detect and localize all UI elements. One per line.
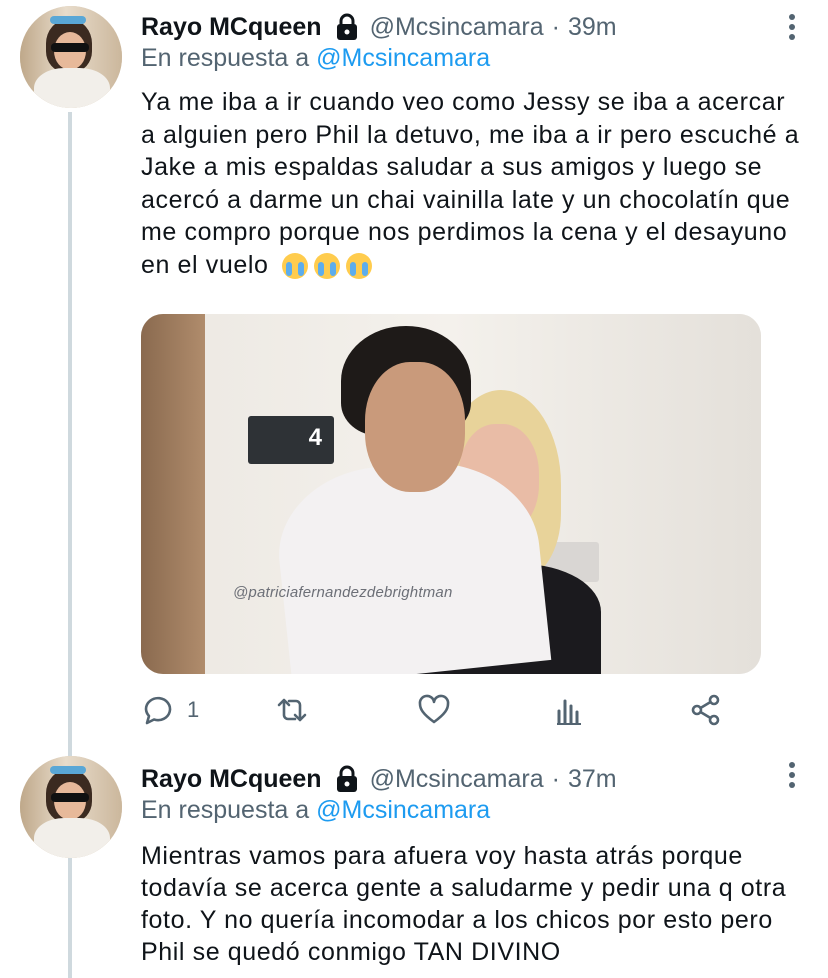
- tweet[interactable]: Rayo MCqueen @Mcsincamara · 39m En respu…: [0, 0, 828, 745]
- lock-icon: [336, 13, 357, 40]
- reply-count: 1: [187, 697, 200, 722]
- photo-watermark: @patriciafernandezdebrightman: [233, 584, 453, 601]
- tweet-text: Ya me iba a ir cuando veo como Jessy se …: [141, 86, 801, 281]
- analytics-button[interactable]: [553, 690, 587, 730]
- reply-prefix: En respuesta a: [141, 796, 310, 824]
- separator-dot: ·: [551, 12, 560, 41]
- timestamp[interactable]: 37m: [568, 765, 617, 794]
- author-handle[interactable]: @Mcsincamara: [370, 765, 544, 794]
- tweet[interactable]: Rayo MCqueen @Mcsincamara · 37m En respu…: [0, 748, 828, 978]
- like-button[interactable]: [417, 690, 451, 730]
- emoji-group: [282, 252, 373, 279]
- door-frame: [141, 314, 205, 674]
- analytics-icon: [557, 699, 581, 725]
- lock-icon: [336, 765, 357, 792]
- crying-face-icon: [282, 252, 309, 279]
- share-icon: [691, 694, 720, 726]
- room-sign: 4: [248, 416, 334, 464]
- timestamp[interactable]: 39m: [568, 13, 617, 42]
- author-handle[interactable]: @Mcsincamara: [370, 13, 544, 42]
- like-icon: [418, 694, 450, 724]
- more-vertical-icon[interactable]: [786, 760, 798, 790]
- tweet-text-content: Mientras vamos para afuera voy hasta atr…: [141, 842, 787, 966]
- reply-context: En respuesta a @Mcsincamara: [141, 796, 490, 825]
- tweet-text-content: Ya me iba a ir cuando veo como Jessy se …: [141, 88, 800, 279]
- reply-mention-link[interactable]: @Mcsincamara: [316, 44, 490, 72]
- tweet-photo[interactable]: 4 @patriciafernandezdebrightman: [141, 314, 761, 674]
- person-man-face: [365, 362, 465, 492]
- tweet-text: Mientras vamos para afuera voy hasta atr…: [141, 840, 801, 968]
- avatar[interactable]: [20, 756, 122, 858]
- reply-prefix: En respuesta a: [141, 44, 310, 72]
- share-button[interactable]: [689, 690, 723, 730]
- tweet-header: Rayo MCqueen @Mcsincamara · 37m: [141, 760, 617, 798]
- room-sign-number: 4: [308, 424, 322, 451]
- reply-context: En respuesta a @Mcsincamara: [141, 44, 490, 73]
- author-name[interactable]: Rayo MCqueen: [141, 765, 322, 794]
- reply-icon: [144, 696, 172, 725]
- reply-mention-link[interactable]: @Mcsincamara: [316, 796, 490, 824]
- retweet-icon: [277, 698, 307, 722]
- more-vertical-icon[interactable]: [786, 12, 798, 42]
- avatar[interactable]: [20, 6, 122, 108]
- author-name[interactable]: Rayo MCqueen: [141, 13, 322, 42]
- tweet-header: Rayo MCqueen @Mcsincamara · 39m: [141, 8, 617, 46]
- separator-dot: ·: [551, 764, 560, 793]
- reply-button[interactable]: 1: [141, 690, 199, 730]
- crying-face-icon: [346, 252, 373, 279]
- retweet-button[interactable]: [275, 690, 309, 730]
- tweet-actions: 1: [141, 690, 741, 730]
- crying-face-icon: [314, 252, 341, 279]
